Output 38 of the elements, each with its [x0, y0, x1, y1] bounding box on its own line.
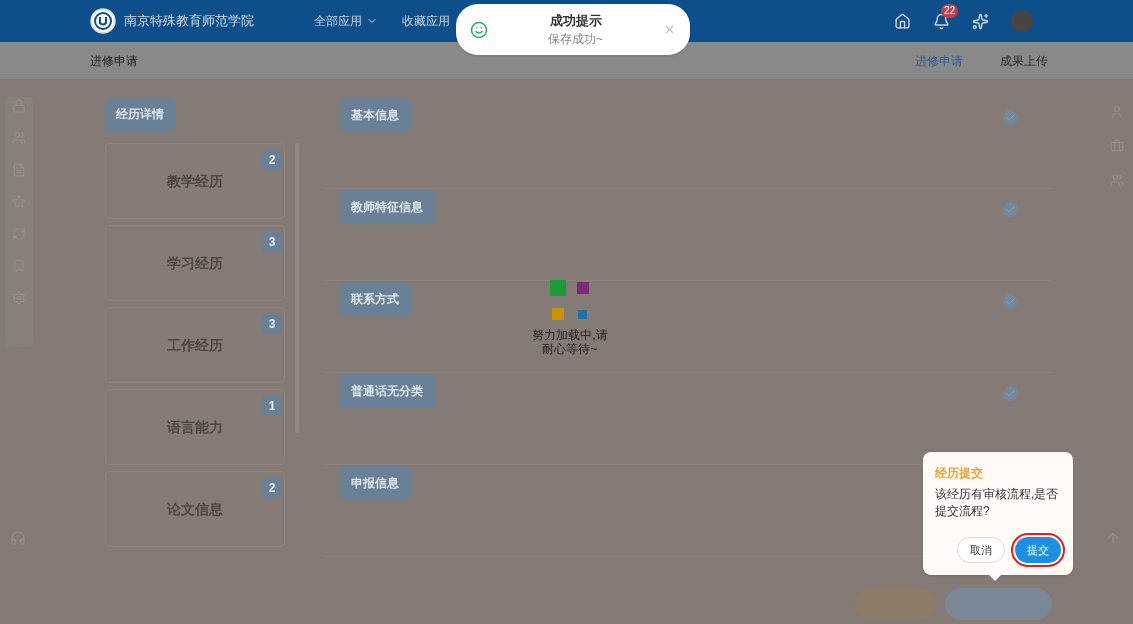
close-icon[interactable] [663, 23, 676, 36]
section-tag: 普通话无分类 [339, 374, 435, 408]
cancel-button[interactable]: 取消 [957, 537, 1005, 563]
experience-card[interactable]: 论文信息 2 [105, 471, 285, 547]
experience-card[interactable]: 语言能力 1 [105, 389, 285, 465]
sparkle-icon[interactable] [972, 12, 989, 30]
popover-title: 经历提交 [935, 465, 984, 482]
popover-message: 该经历有审核流程,是否提交流程? [935, 486, 1060, 520]
school-logo-icon [90, 8, 116, 34]
notification-badge: 22 [941, 3, 959, 18]
section-tag: 经历详情 [105, 97, 175, 131]
section-tag: 申报信息 [339, 466, 411, 500]
toast-title: 成功提示 [549, 11, 602, 30]
section-tag: 基本信息 [339, 98, 411, 132]
menu-dropdown[interactable]: 收藏应用 [402, 12, 466, 30]
count-badge: 2 [262, 478, 282, 498]
section-tag: 教师特征信息 [339, 190, 435, 224]
bottom-submit-button[interactable] [945, 588, 1052, 620]
nav-tab[interactable]: 进修申请 [915, 51, 963, 70]
nav-tab[interactable]: 成果上传 [1000, 51, 1048, 70]
section-tag: 联系方式 [339, 282, 411, 316]
bell-icon[interactable] [933, 12, 950, 30]
smile-icon [470, 20, 488, 39]
experience-card[interactable]: 学习经历 3 [105, 225, 285, 301]
count-badge: 2 [262, 150, 282, 170]
count-badge: 1 [262, 396, 282, 416]
loading-message: 努力加载中,请耐心等待~ [531, 328, 609, 356]
school-name: 南京特殊教育师范学院 [124, 12, 254, 31]
count-badge: 3 [262, 232, 282, 252]
count-badge: 3 [262, 314, 282, 334]
menu-dropdown[interactable]: 全部应用 [314, 12, 378, 30]
loading-squares-icon [550, 280, 590, 320]
experience-card[interactable]: 教学经历 2 [105, 143, 285, 219]
toast-message: 保存成功~ [548, 31, 603, 49]
avatar[interactable] [1011, 10, 1033, 32]
page-title: 进修申请 [90, 52, 138, 70]
home-icon[interactable] [894, 12, 911, 30]
experience-card[interactable]: 工作经历 3 [105, 307, 285, 383]
